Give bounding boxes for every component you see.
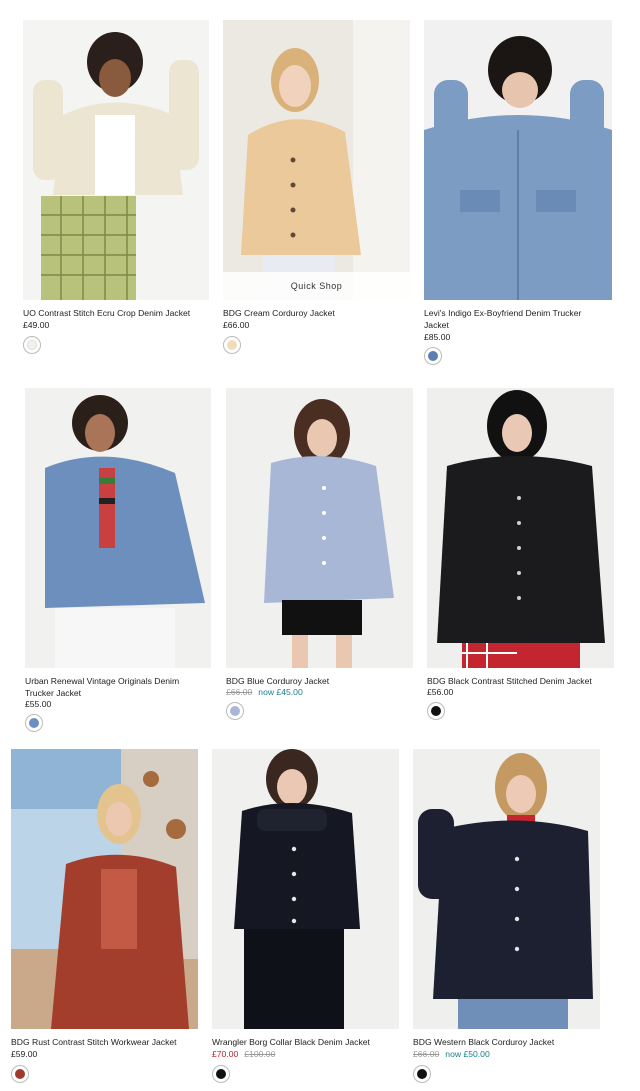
- swatch-color: [29, 718, 39, 728]
- sale-price: £70.00: [212, 1049, 239, 1059]
- product-price: £59.00: [11, 1049, 38, 1059]
- color-swatch[interactable]: [427, 702, 445, 720]
- product-name[interactable]: Urban Renewal Vintage Originals Denim Tr…: [25, 676, 200, 699]
- product-photo-illustration: [424, 20, 612, 300]
- product-image[interactable]: Quick Shop: [223, 20, 410, 300]
- swatch-color: [227, 340, 237, 350]
- product-image[interactable]: [427, 388, 614, 668]
- product-image[interactable]: [226, 388, 413, 668]
- color-swatch[interactable]: [212, 1065, 230, 1083]
- original-price: £66.00: [413, 1049, 440, 1059]
- product-name[interactable]: Wrangler Borg Collar Black Denim Jacket: [212, 1037, 402, 1049]
- product-image[interactable]: [23, 20, 209, 300]
- product-name[interactable]: BDG Rust Contrast Stitch Workwear Jacket: [11, 1037, 201, 1049]
- swatch-color: [417, 1069, 427, 1079]
- product-name[interactable]: BDG Black Contrast Stitched Denim Jacket: [427, 676, 617, 688]
- color-swatch[interactable]: [413, 1065, 431, 1083]
- product-image[interactable]: [212, 749, 399, 1029]
- product-name[interactable]: Levi's Indigo Ex-Boyfriend Denim Trucker…: [424, 308, 604, 331]
- product-price: £66.00 now £50.00: [413, 1049, 490, 1060]
- product-price: £66.00 now £45.00: [226, 687, 303, 698]
- product-price: £70.00 £100.00: [212, 1049, 281, 1060]
- product-name[interactable]: BDG Blue Corduroy Jacket: [226, 676, 416, 688]
- swatch-color: [15, 1069, 25, 1079]
- product-photo-illustration: [11, 749, 198, 1029]
- product-price: £56.00: [427, 687, 454, 697]
- original-price: £100.00: [244, 1049, 276, 1059]
- sale-price: now £45.00: [258, 687, 303, 697]
- product-price: £66.00: [223, 320, 250, 330]
- swatch-color: [27, 340, 37, 350]
- product-photo-illustration: [25, 388, 211, 668]
- product-image[interactable]: [424, 20, 612, 300]
- color-swatch[interactable]: [223, 336, 241, 354]
- original-price: £66.00: [226, 687, 253, 697]
- product-name[interactable]: BDG Cream Corduroy Jacket: [223, 308, 413, 320]
- product-photo-illustration: [23, 20, 209, 300]
- color-swatch[interactable]: [226, 702, 244, 720]
- product-photo-illustration: [427, 388, 614, 668]
- product-image[interactable]: [413, 749, 600, 1029]
- product-image[interactable]: [25, 388, 211, 668]
- product-image[interactable]: [11, 749, 198, 1029]
- product-name[interactable]: UO Contrast Stitch Ecru Crop Denim Jacke…: [23, 308, 213, 320]
- swatch-color: [428, 351, 438, 361]
- product-name[interactable]: BDG Western Black Corduroy Jacket: [413, 1037, 603, 1049]
- swatch-color: [431, 706, 441, 716]
- product-price: £85.00: [424, 332, 451, 342]
- product-photo-illustration: [212, 749, 399, 1029]
- product-price: £49.00: [23, 320, 50, 330]
- color-swatch[interactable]: [23, 336, 41, 354]
- product-photo-illustration: [226, 388, 413, 668]
- swatch-color: [216, 1069, 226, 1079]
- swatch-color: [230, 706, 240, 716]
- color-swatch[interactable]: [25, 714, 43, 732]
- sale-price: now £50.00: [445, 1049, 490, 1059]
- product-photo-illustration: [413, 749, 600, 1029]
- product-photo-illustration: [223, 20, 410, 300]
- product-price: £55.00: [25, 699, 52, 709]
- quick-shop-button[interactable]: Quick Shop: [223, 272, 410, 300]
- color-swatch[interactable]: [11, 1065, 29, 1083]
- color-swatch[interactable]: [424, 347, 442, 365]
